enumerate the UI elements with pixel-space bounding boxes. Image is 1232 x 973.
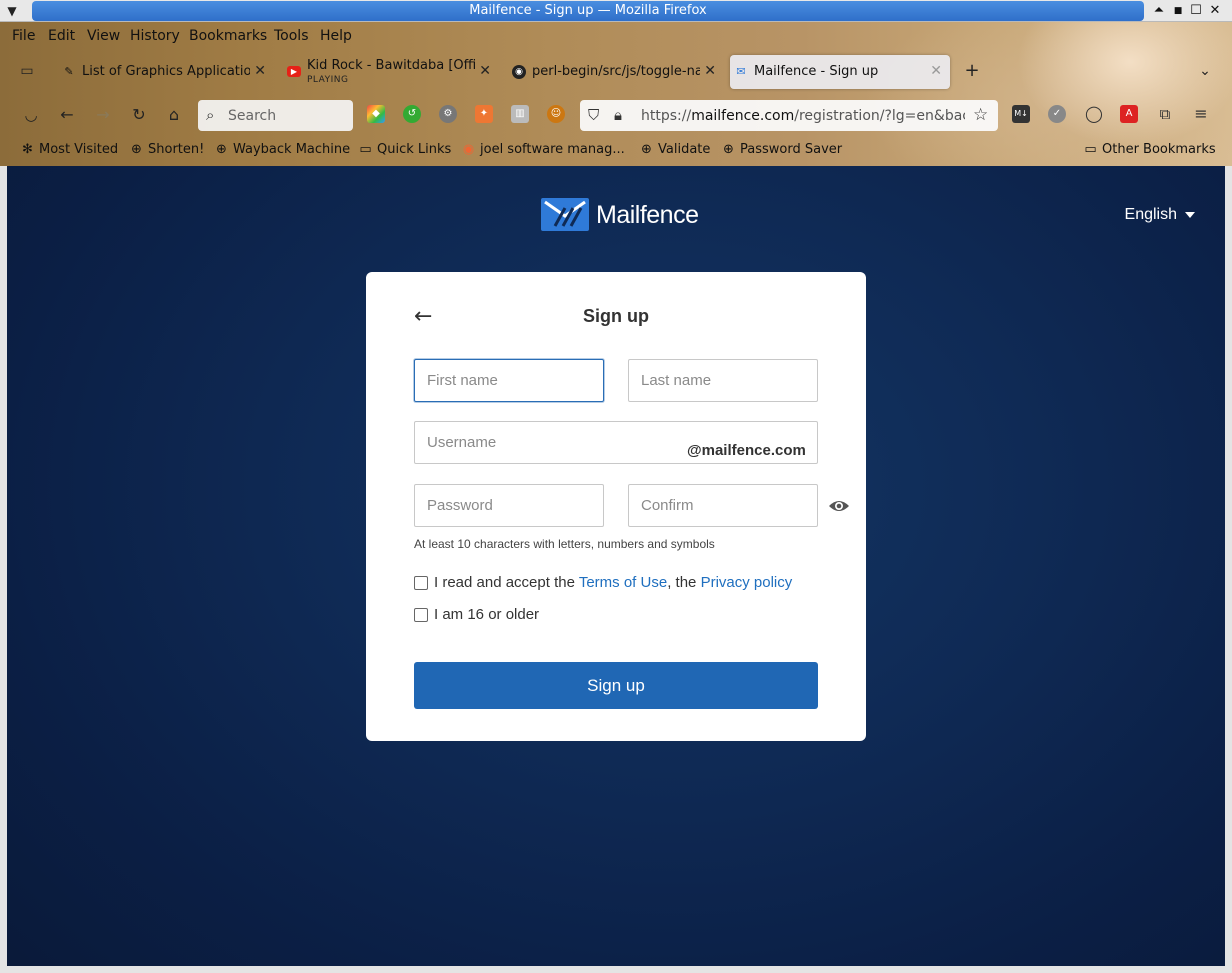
mailfence-logo-icon (541, 198, 589, 231)
age-checkbox[interactable] (414, 608, 428, 622)
last-name-input[interactable] (628, 359, 818, 402)
bookmarks-toolbar: ✻ Most Visited ⊕ Shorten! ⊕ Wayback Machine… (0, 136, 1232, 166)
bookmark-other-bookmarks[interactable]: ▭ Other Bookmarks (1083, 142, 1215, 157)
app-menu-icon[interactable]: ≡ (1192, 105, 1210, 123)
globe-icon: ⊕ (216, 142, 227, 157)
tab-mailfence-active[interactable]: ✉ Mailfence - Sign up ✕ (730, 55, 950, 89)
gear-icon: ✻ (22, 142, 33, 157)
password-input[interactable] (414, 484, 604, 527)
joel-favicon-icon: ◉ (462, 142, 475, 157)
minimize-icon[interactable]: ■ (1169, 2, 1187, 20)
password-hint: At least 10 characters with letters, num… (414, 537, 715, 551)
reload-icon[interactable]: ↻ (128, 104, 150, 126)
markdown-extension-icon[interactable]: M↓ (1012, 105, 1030, 123)
folder-icon: ▭ (359, 142, 372, 157)
bookmark-star-icon[interactable]: ☆ (973, 105, 988, 125)
check-extension-icon[interactable]: ✓ (1048, 105, 1066, 123)
caret-down-icon (1185, 211, 1195, 218)
eye-icon[interactable] (828, 498, 850, 514)
monkey-extension-icon[interactable]: ☺ (547, 105, 565, 123)
tab-close-icon[interactable]: ✕ (704, 63, 716, 79)
home-icon[interactable]: ⌂ (163, 104, 185, 126)
adobe-extension-icon[interactable]: A (1120, 105, 1138, 123)
search-input[interactable]: ⌕ Search (198, 100, 353, 131)
url-text[interactable]: https://mailfence.com/registration/?lg=e… (641, 108, 965, 124)
page-content: Mailfence English ← Sign up @mailfence.c… (7, 166, 1225, 967)
menu-help[interactable]: Help (320, 28, 352, 44)
page-title: Sign up (583, 306, 649, 326)
fox-extension-icon[interactable]: ✦ (475, 105, 493, 123)
menu-tools[interactable]: Tools (274, 28, 309, 44)
tab-github[interactable]: ◉ perl-begin/src/js/toggle-na ✕ (508, 55, 718, 89)
tab-close-icon[interactable]: ✕ (254, 63, 266, 79)
menu-bar: File Edit View History Bookmarks Tools H… (0, 22, 1232, 50)
privacy-policy-link[interactable]: Privacy policy (701, 574, 793, 591)
green-arrows-extension-icon[interactable]: ↺ (403, 105, 421, 123)
browser-chrome: File Edit View History Bookmarks Tools H… (0, 22, 1232, 166)
bookmark-quick-links[interactable]: ▭ Quick Links (358, 142, 451, 157)
bookmark-validate[interactable]: ⊕ Validate (639, 142, 710, 157)
signup-card: ← Sign up @mailfence.com At least 10 cha… (366, 272, 866, 741)
menu-edit[interactable]: Edit (48, 28, 75, 44)
tab-strip: ▭ ✎ List of Graphics Applicatior ✕ ▶ Kid… (0, 50, 1232, 94)
close-window-icon[interactable]: ✕ (1206, 2, 1224, 20)
sign-up-button[interactable]: Sign up (414, 662, 818, 709)
globe-icon: ⊕ (723, 142, 734, 157)
lock-icon[interactable]: 🔒︎ (614, 106, 622, 124)
reader-extension-icon[interactable]: ▥ (511, 105, 529, 123)
tab-kid-rock[interactable]: ▶ Kid Rock - Bawitdaba [Offic PLAYING ✕ (283, 55, 493, 89)
terms-label: I read and accept the Terms of Use, the … (434, 574, 793, 591)
shield-icon[interactable]: ⛉ (588, 106, 599, 124)
account-icon[interactable]: ◯ (1085, 105, 1103, 123)
menu-file[interactable]: File (12, 28, 35, 44)
github-favicon-icon: ◉ (512, 65, 526, 79)
terms-of-use-link[interactable]: Terms of Use (579, 574, 667, 591)
window-titlebar: ▼ Mailfence - Sign up — Mozilla Firefox … (0, 0, 1232, 22)
youtube-favicon-icon: ▶ (287, 66, 301, 77)
window-title: Mailfence - Sign up — Mozilla Firefox (32, 1, 1144, 21)
bookmark-wayback-machine[interactable]: ⊕ Wayback Machine (214, 142, 350, 157)
menu-view[interactable]: View (87, 28, 120, 44)
pocket-icon[interactable]: ◡ (20, 104, 42, 126)
brand-name: Mailfence (596, 201, 699, 229)
tab-close-icon[interactable]: ✕ (479, 63, 491, 79)
menu-history[interactable]: History (130, 28, 180, 44)
tab-overflow-chevron-icon[interactable]: ⌄ (1194, 60, 1216, 82)
bookmark-password-saver[interactable]: ⊕ Password Saver (721, 142, 842, 157)
gear-extension-icon[interactable]: ⚙ (439, 105, 457, 123)
first-name-input[interactable] (414, 359, 604, 402)
language-selector[interactable]: English (1125, 206, 1195, 224)
tab-graphics[interactable]: ✎ List of Graphics Applicatior ✕ (58, 55, 268, 89)
search-icon: ⌕ (206, 106, 215, 124)
terms-checkbox[interactable] (414, 576, 428, 590)
forward-icon[interactable]: → (92, 104, 114, 126)
nav-bar: ◡ ← → ↻ ⌂ ⌕ Search ◆ ↺ ⚙ ✦ ▥ ☺ ⛉ 🔒︎ http… (0, 94, 1232, 136)
username-domain-suffix: @mailfence.com (687, 442, 806, 459)
maximize-icon[interactable]: ☐ (1187, 2, 1205, 20)
colorful-extension-icon[interactable]: ◆ (367, 105, 385, 123)
menu-bookmarks[interactable]: Bookmarks (189, 28, 267, 44)
tab-list-icon[interactable]: ▭ (16, 60, 38, 82)
keep-above-icon[interactable]: ⏶ (1150, 2, 1168, 20)
url-bar[interactable]: ⛉ 🔒︎ https://mailfence.com/registration/… (580, 100, 998, 131)
age-label: I am 16 or older (434, 606, 540, 623)
bookmark-joel-software[interactable]: ◉ joel software manag... (461, 142, 625, 157)
bookmark-most-visited[interactable]: ✻ Most Visited (20, 142, 118, 157)
extensions-puzzle-icon[interactable]: ⧉ (1156, 105, 1174, 123)
window-menu-icon[interactable]: ▼ (2, 1, 22, 21)
new-tab-icon[interactable]: + (961, 60, 983, 82)
mailfence-favicon-icon: ✉ (736, 65, 746, 78)
confirm-password-input[interactable] (628, 484, 818, 527)
bookmark-shorten[interactable]: ⊕ Shorten! (129, 142, 204, 157)
globe-icon: ⊕ (641, 142, 652, 157)
folder-icon: ▭ (1084, 142, 1097, 157)
tab-close-icon[interactable]: ✕ (930, 63, 942, 79)
globe-icon: ⊕ (131, 142, 142, 157)
back-icon[interactable]: ← (56, 104, 78, 126)
graphics-favicon-icon: ✎ (64, 65, 74, 78)
